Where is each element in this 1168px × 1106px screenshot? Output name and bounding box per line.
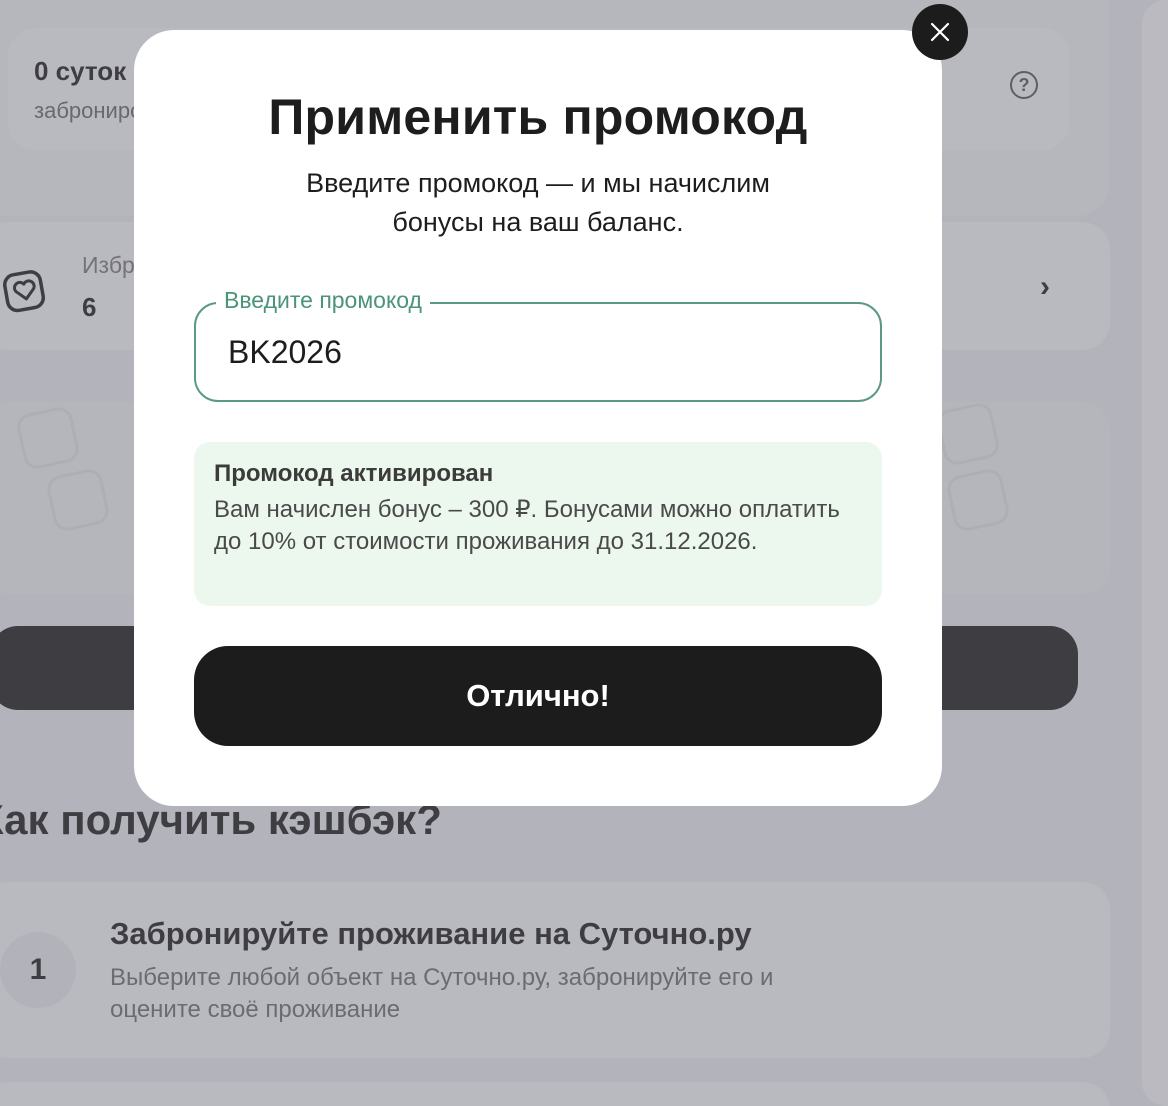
promo-success-message: Промокод активирован Вам начислен бонус …	[194, 442, 882, 606]
close-icon	[930, 22, 950, 42]
close-button[interactable]	[912, 4, 968, 60]
confirm-button[interactable]: Отлично!	[194, 646, 882, 746]
promo-code-input[interactable]	[228, 332, 828, 372]
success-text: Вам начислен бонус – 300 ₽. Бонусами мож…	[214, 496, 840, 555]
promo-code-modal: Применить промокод Введите промокод — и …	[134, 30, 942, 806]
promo-code-field[interactable]: Введите промокод	[194, 287, 882, 402]
success-title: Промокод активирован	[214, 460, 494, 487]
modal-title: Применить промокод	[268, 89, 808, 145]
modal-subtitle: Введите промокод — и мы начислим бонусы …	[306, 168, 770, 237]
promo-code-label: Введите промокод	[216, 287, 430, 314]
